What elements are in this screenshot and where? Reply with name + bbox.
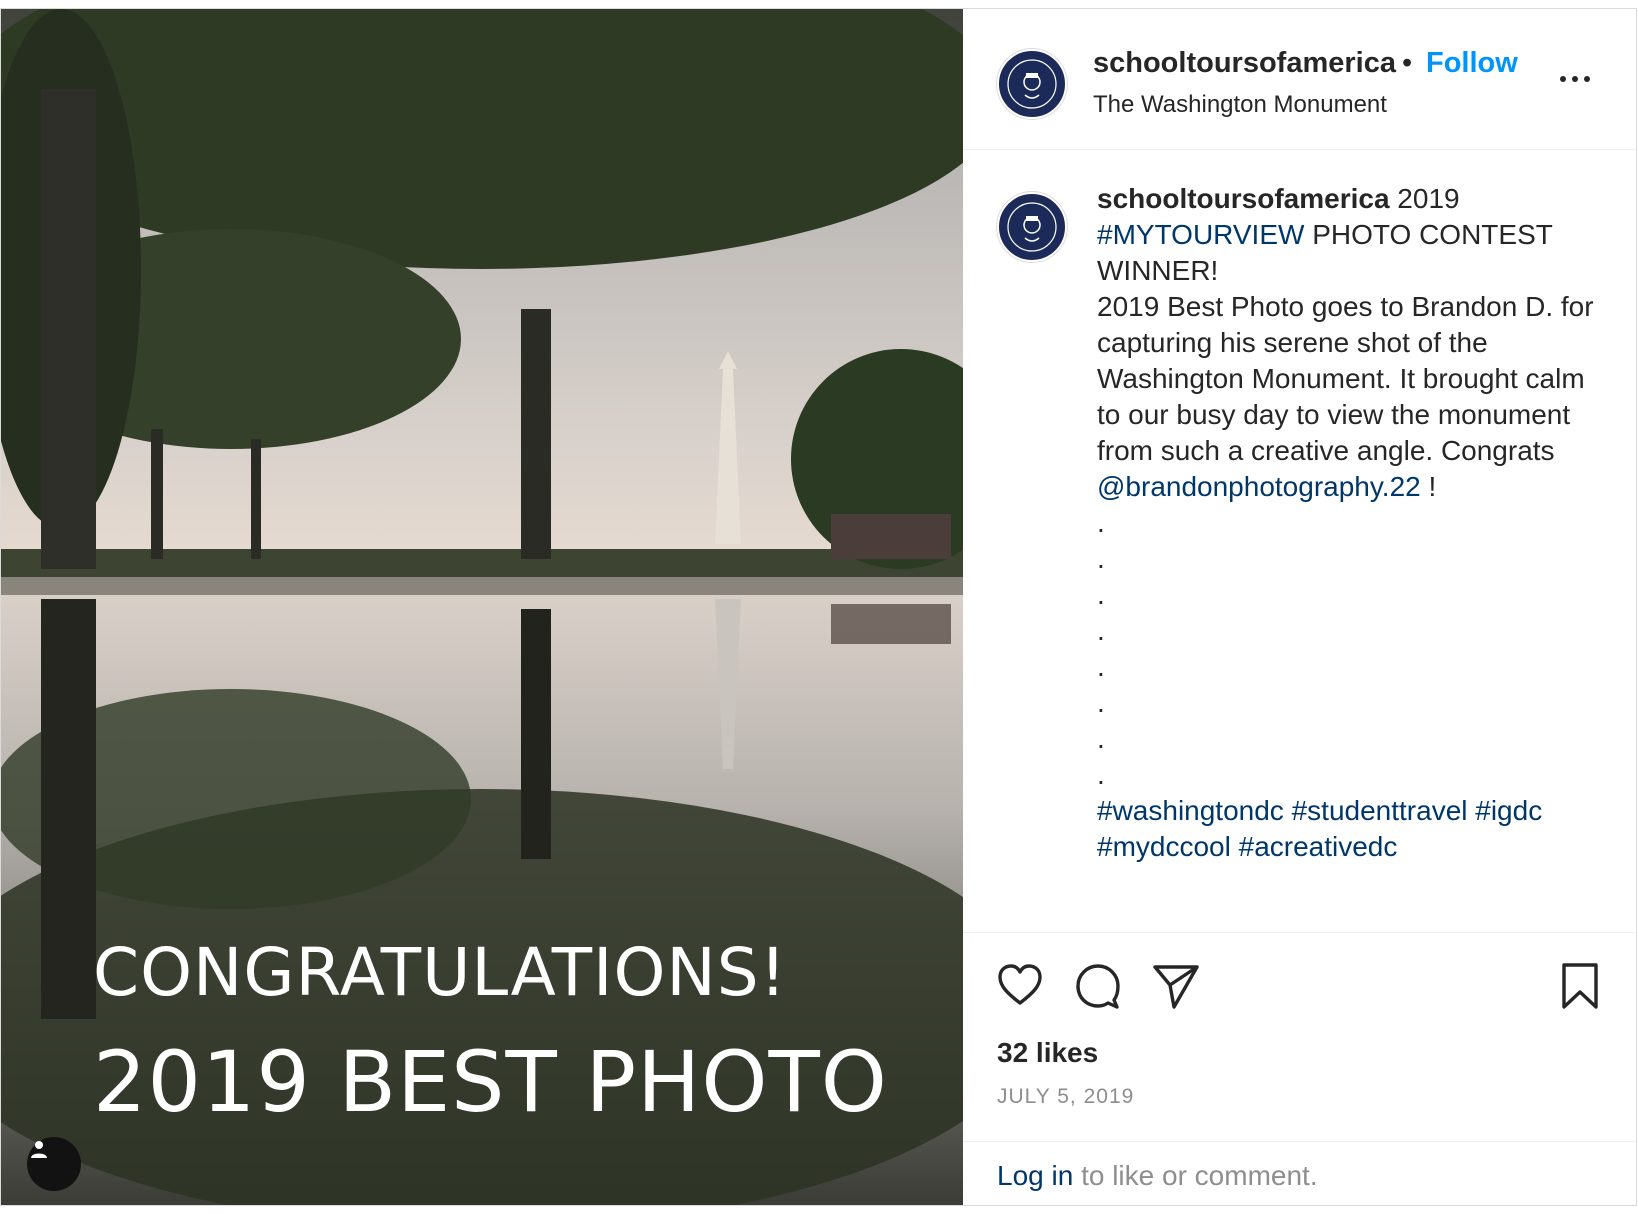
comment-icon [1076,964,1120,1009]
photo-overlay-congratulations: CONGRATULATIONS! [93,934,788,1011]
caption-text: schooltoursofamerica 2019 #MYTOURVIEW PH… [1097,181,1597,865]
action-bar [963,933,1637,1013]
hashtag-mytourview[interactable]: #MYTOURVIEW [1097,219,1304,250]
photo-illustration [1,9,963,1205]
share-button[interactable] [1151,961,1201,1011]
login-prompt-text: Log in to like or comment. [997,1160,1318,1192]
follow-button[interactable]: Follow [1426,47,1518,80]
school-tours-logo-icon [1007,59,1057,109]
caption-section: schooltoursofamerica 2019 #MYTOURVIEW PH… [963,150,1637,933]
more-options-button[interactable] [1555,67,1595,91]
hashtag-link[interactable]: #mydccool [1097,831,1231,862]
bookmark-icon [1562,963,1598,1009]
location-link[interactable]: The Washington Monument [1093,91,1387,119]
caption-avatar[interactable] [997,192,1067,262]
header-username[interactable]: schooltoursofamerica [1093,47,1396,80]
tagged-users-button[interactable] [27,1137,81,1191]
paper-plane-icon [1153,965,1199,1009]
login-link[interactable]: Log in [997,1160,1073,1191]
caption-body: 2019 Best Photo goes to Brandon D. for c… [1097,291,1594,466]
more-horizontal-icon [1560,76,1590,82]
school-tours-logo-icon [1007,202,1057,252]
post-side-panel: schooltoursofamerica • Follow The Washin… [963,9,1637,1205]
login-prompt: Log in to like or comment. [963,1141,1637,1205]
hashtag-link[interactable]: #igdc [1475,795,1542,826]
post-photo[interactable]: CONGRATULATIONS! 2019 BEST PHOTO [1,9,963,1205]
hashtag-link[interactable]: #studenttravel [1292,795,1468,826]
caption-lead: 2019 [1389,183,1460,214]
login-rest: to like or comment. [1073,1160,1318,1191]
comment-button[interactable] [1073,961,1123,1011]
heart-icon [998,964,1042,1005]
like-button[interactable] [995,961,1045,1011]
mention-link[interactable]: @brandonphotography.22 [1097,471,1421,502]
caption-after-mention: ! [1420,471,1437,502]
hashtag-link[interactable]: #washingtondc [1097,795,1284,826]
caption-dots: . . . . . . . . [1097,507,1105,790]
photo-overlay-best-photo: 2019 BEST PHOTO [93,1033,888,1131]
header-separator: • [1402,47,1413,79]
instagram-post: CONGRATULATIONS! 2019 BEST PHOTO schoolt… [0,8,1637,1206]
caption-username[interactable]: schooltoursofamerica [1097,183,1390,214]
hashtag-link[interactable]: #acreativedc [1239,831,1398,862]
save-button[interactable] [1555,961,1605,1011]
likes-count[interactable]: 32 likes [997,1037,1098,1069]
profile-avatar[interactable] [997,49,1067,119]
user-tag-icon [31,1141,47,1158]
post-header: schooltoursofamerica • Follow The Washin… [963,9,1637,150]
post-date[interactable]: JULY 5, 2019 [997,1085,1134,1109]
